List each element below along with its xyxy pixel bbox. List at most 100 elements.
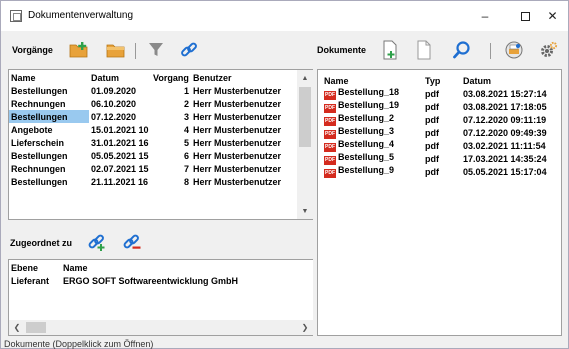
add-folder-button[interactable] (67, 38, 91, 62)
window-title: Dokumentenverwaltung (28, 10, 134, 21)
table-row[interactable]: Lieferschein 31.01.2021 16 5 Herr Musterben… (9, 136, 299, 149)
document-type-cell: pdf (425, 101, 439, 112)
table-row[interactable]: Bestellungen 21.11.2021 16 8 Herr Musterben… (9, 175, 299, 188)
list-item[interactable]: PDF Bestellung_3 pdf 07.12.2020 09:49:39 (318, 126, 561, 139)
list-item[interactable]: PDF Bestellung_2 pdf 07.12.2020 09:11:19 (318, 113, 561, 126)
scroll-up-icon[interactable]: ▲ (297, 70, 313, 86)
folder-button[interactable] (104, 38, 128, 62)
document-name-cell: PDF Bestellung_2 (318, 113, 423, 126)
benutzer-cell: Herr Musterbenutzer (193, 150, 282, 161)
datum-cell: 05.05.2021 15 (91, 150, 149, 161)
datum-cell: 07.12.2020 (91, 111, 137, 122)
add-document-icon (383, 40, 397, 60)
scroll-thumb[interactable] (299, 87, 311, 147)
add-document-button[interactable] (378, 38, 402, 62)
add-folder-icon (69, 42, 88, 58)
document-type-cell: pdf (425, 166, 439, 177)
close-button[interactable]: ✕ (537, 1, 568, 31)
list-item[interactable]: PDF Bestellung_9 pdf 05.05.2021 15:17:04 (318, 165, 561, 178)
status-bar: Dokumente (Doppelklick zum Öffnen) (4, 339, 154, 349)
vorgaenge-vertical-scrollbar[interactable]: ▲ ▼ (297, 70, 313, 219)
table-row[interactable]: Angebote 15.01.2021 10 4 Herr Musterbenutze… (9, 123, 299, 136)
ebene-cell: Lieferant (11, 275, 50, 286)
table-row[interactable]: Bestellungen 05.05.2021 15 6 Herr Musterben… (9, 149, 299, 162)
scroll-thumb[interactable] (26, 322, 46, 333)
datum-cell: 21.11.2021 16 (91, 176, 149, 187)
filter-button[interactable] (144, 38, 168, 62)
vorgang-cell: 2 (183, 98, 189, 109)
list-item[interactable]: PDF Bestellung_5 pdf 17.03.2021 14:35:24 (318, 152, 561, 165)
document-icon (417, 40, 431, 60)
vorgang-cell: 1 (183, 85, 189, 96)
settings-button[interactable] (537, 38, 561, 62)
document-name: Bestellung_5 (338, 152, 395, 162)
document-name: Bestellung_9 (338, 165, 395, 175)
datum-cell: 02.07.2021 15 (91, 163, 149, 174)
table-row[interactable]: Bestellungen 01.09.2020 1 Herr Musterbenutz… (9, 84, 299, 97)
zugeordnet-horizontal-scrollbar[interactable]: ❮ ❯ (9, 320, 313, 335)
zugeordnet-label: Zugeordnet zu (10, 238, 72, 248)
table-row[interactable]: Bestellungen 07.12.2020 3 Herr Musterbenutz… (9, 110, 299, 123)
app-icon (10, 10, 22, 22)
dokumente-label: Dokumente (317, 45, 367, 55)
dokumente-table: Name Typ Datum PDF Bestellung_18 pdf 03.08.… (318, 74, 561, 178)
document-name: Bestellung_18 (338, 87, 400, 97)
vorgaenge-table: Name Datum Vorgang Benutzer Bestellungen… (9, 71, 299, 188)
remove-link-button[interactable] (120, 230, 144, 254)
list-item[interactable]: PDF Bestellung_4 pdf 03.02.2021 11:11:54 (318, 139, 561, 152)
column-header-datum[interactable]: Datum (89, 71, 151, 84)
scroll-left-icon[interactable]: ❮ (9, 320, 25, 335)
settings-icon (541, 41, 558, 57)
column-header-benutzer[interactable]: Benutzer (191, 71, 299, 84)
table-row[interactable]: Lieferant ERGO SOFT Softwareentwicklung … (9, 274, 299, 287)
document-name-cell: PDF Bestellung_18 (318, 87, 423, 100)
document-button[interactable] (412, 38, 436, 62)
column-header-ebene[interactable]: Ebene (9, 261, 61, 274)
name-cell: Bestellungen (11, 150, 68, 161)
column-header-name[interactable]: Name (318, 74, 423, 87)
main-window: Dokumentenverwaltung – ✕ Vorgänge Dokume… (0, 0, 569, 349)
table-row[interactable]: Rechnungen 02.07.2021 15 7 Herr Musterbenut… (9, 162, 299, 175)
document-name: Bestellung_2 (338, 113, 395, 123)
scroll-right-icon[interactable]: ❯ (297, 320, 313, 335)
document-date-cell: 05.05.2021 15:17:04 (463, 166, 547, 177)
pdf-file-icon: PDF (324, 130, 336, 139)
name-cell: Lieferschein (11, 137, 65, 148)
vorgang-cell: 6 (183, 150, 189, 161)
document-type-cell: pdf (425, 114, 439, 125)
scanner-button[interactable] (502, 38, 526, 62)
column-header-name[interactable]: Name (9, 71, 89, 84)
vorgaenge-list[interactable]: Name Datum Vorgang Benutzer Bestellungen… (8, 69, 314, 220)
document-type-cell: pdf (425, 127, 439, 138)
column-header-typ[interactable]: Typ (423, 74, 461, 87)
search-icon (453, 41, 470, 59)
add-link-button[interactable] (85, 230, 109, 254)
name-cell: Rechnungen (11, 98, 66, 109)
column-header-vorgang[interactable]: Vorgang (151, 71, 191, 84)
vorgang-cell: 5 (183, 137, 189, 148)
name-cell: ERGO SOFT Softwareentwicklung GmbH (63, 275, 239, 286)
table-row[interactable]: Rechnungen 06.10.2020 2 Herr Musterbenutzer (9, 97, 299, 110)
toolbar-separator (135, 43, 136, 59)
benutzer-cell: Herr Musterbenutzer (193, 137, 282, 148)
close-icon: ✕ (547, 9, 558, 23)
zugeordnet-list[interactable]: Ebene Name Lieferant ERGO SOFT Softwaree… (8, 259, 314, 336)
name-cell: Bestellungen (11, 176, 68, 187)
datum-cell: 01.09.2020 (91, 85, 137, 96)
link-button[interactable] (177, 38, 201, 62)
search-button[interactable] (450, 38, 474, 62)
scroll-down-icon[interactable]: ▼ (297, 203, 313, 219)
document-name-cell: PDF Bestellung_3 (318, 126, 423, 139)
column-header-name[interactable]: Name (61, 261, 299, 274)
document-type-cell: pdf (425, 153, 439, 164)
column-header-datum[interactable]: Datum (461, 74, 561, 87)
minimize-button[interactable]: – (465, 1, 505, 31)
list-item[interactable]: PDF Bestellung_19 pdf 03.08.2021 17:18:05 (318, 100, 561, 113)
vorgang-cell: 3 (183, 111, 189, 122)
list-item[interactable]: PDF Bestellung_18 pdf 03.08.2021 15:27:14 (318, 87, 561, 100)
add-link-icon (88, 234, 105, 251)
document-date-cell: 07.12.2020 09:49:39 (463, 127, 547, 138)
document-type-cell: pdf (425, 140, 439, 151)
benutzer-cell: Herr Musterbenutzer (193, 85, 282, 96)
dokumente-list[interactable]: Name Typ Datum PDF Bestellung_18 pdf 03.08.… (317, 69, 562, 336)
